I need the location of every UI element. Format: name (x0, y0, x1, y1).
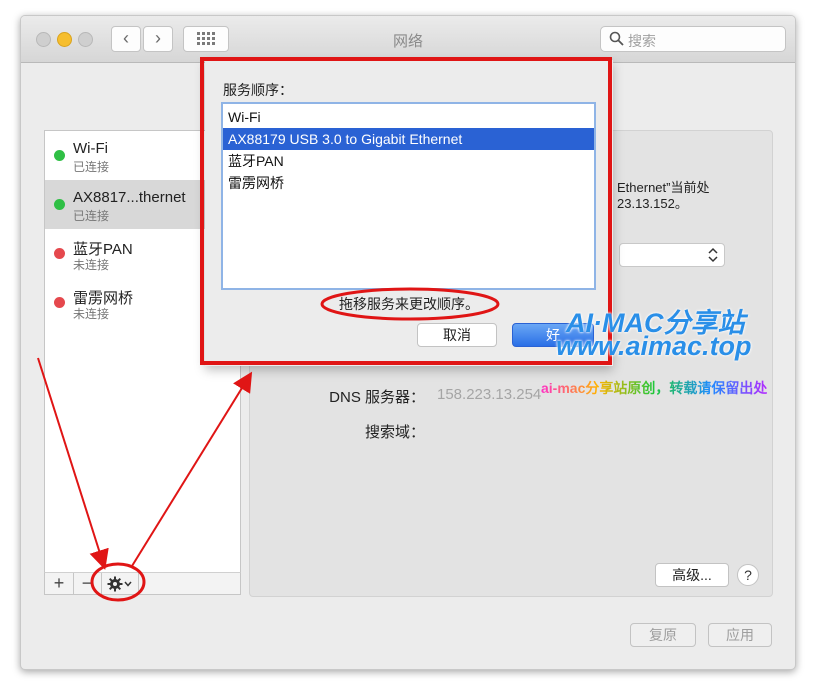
search-icon (609, 31, 624, 46)
status-description-ip: 23.13.152。 (617, 196, 688, 211)
search-field[interactable]: 搜索 (600, 26, 786, 52)
chevron-down-icon (124, 581, 132, 587)
order-item-label: Wi-Fi (228, 109, 261, 125)
order-item-label: 蓝牙PAN (228, 153, 284, 169)
order-item-bluetooth-pan[interactable]: 蓝牙PAN (223, 150, 594, 172)
service-name: Wi-Fi (73, 140, 108, 157)
sheet-title: 服务顺序： (223, 82, 293, 98)
service-status: 未连接 (73, 307, 110, 321)
service-status: 未连接 (73, 258, 110, 272)
service-status: 已连接 (73, 160, 110, 174)
search-domain-label: 搜索域： (364, 424, 425, 441)
help-button[interactable]: ? (737, 564, 759, 586)
chevron-updown-icon (708, 247, 718, 263)
advanced-button[interactable]: 高级... (655, 563, 729, 587)
search-placeholder: 搜索 (628, 33, 656, 49)
watermark-url: www.aimac.top (556, 331, 752, 361)
dns-server-value: 158.223.13.254 (437, 386, 542, 403)
order-item-label: AX88179 USB 3.0 to Gigabit Ethernet (228, 131, 463, 147)
action-menu-button[interactable] (101, 573, 139, 594)
service-list-toolbar: + − (44, 572, 241, 595)
drag-hint: 拖移服务来更改顺序。 (339, 296, 479, 312)
order-item-wifi[interactable]: Wi-Fi (223, 106, 594, 128)
cancel-button[interactable]: 取消 (417, 323, 497, 347)
service-status: 已连接 (73, 209, 110, 223)
order-item-ethernet[interactable]: AX88179 USB 3.0 to Gigabit Ethernet (223, 128, 594, 150)
order-item-label: 雷雳网桥 (228, 175, 284, 191)
apply-button[interactable]: 应用 (708, 623, 772, 647)
title-bar: ‹ › 网络 搜索 (21, 16, 795, 63)
status-dot-red-icon (54, 248, 65, 259)
dns-server-label: DNS 服务器： (329, 389, 425, 406)
service-name: AX8817...thernet (73, 189, 186, 206)
remove-service-button[interactable]: − (74, 573, 100, 594)
status-dot-green-icon (54, 199, 65, 210)
service-order-sheet: 服务顺序： Wi-Fi AX88179 USB 3.0 to Gigabit E… (205, 60, 613, 366)
service-order-list: Wi-Fi AX88179 USB 3.0 to Gigabit Etherne… (221, 102, 596, 290)
revert-button[interactable]: 复原 (630, 623, 696, 647)
watermark-notice: ai-mac分享站原创，转载请保留出处 (541, 380, 768, 396)
status-dot-red-icon (54, 297, 65, 308)
gear-icon (107, 576, 132, 592)
configure-popup[interactable] (619, 243, 725, 267)
order-item-thunderbolt-bridge[interactable]: 雷雳网桥 (223, 172, 594, 194)
status-dot-green-icon (54, 150, 65, 161)
add-service-button[interactable]: + (45, 573, 74, 594)
